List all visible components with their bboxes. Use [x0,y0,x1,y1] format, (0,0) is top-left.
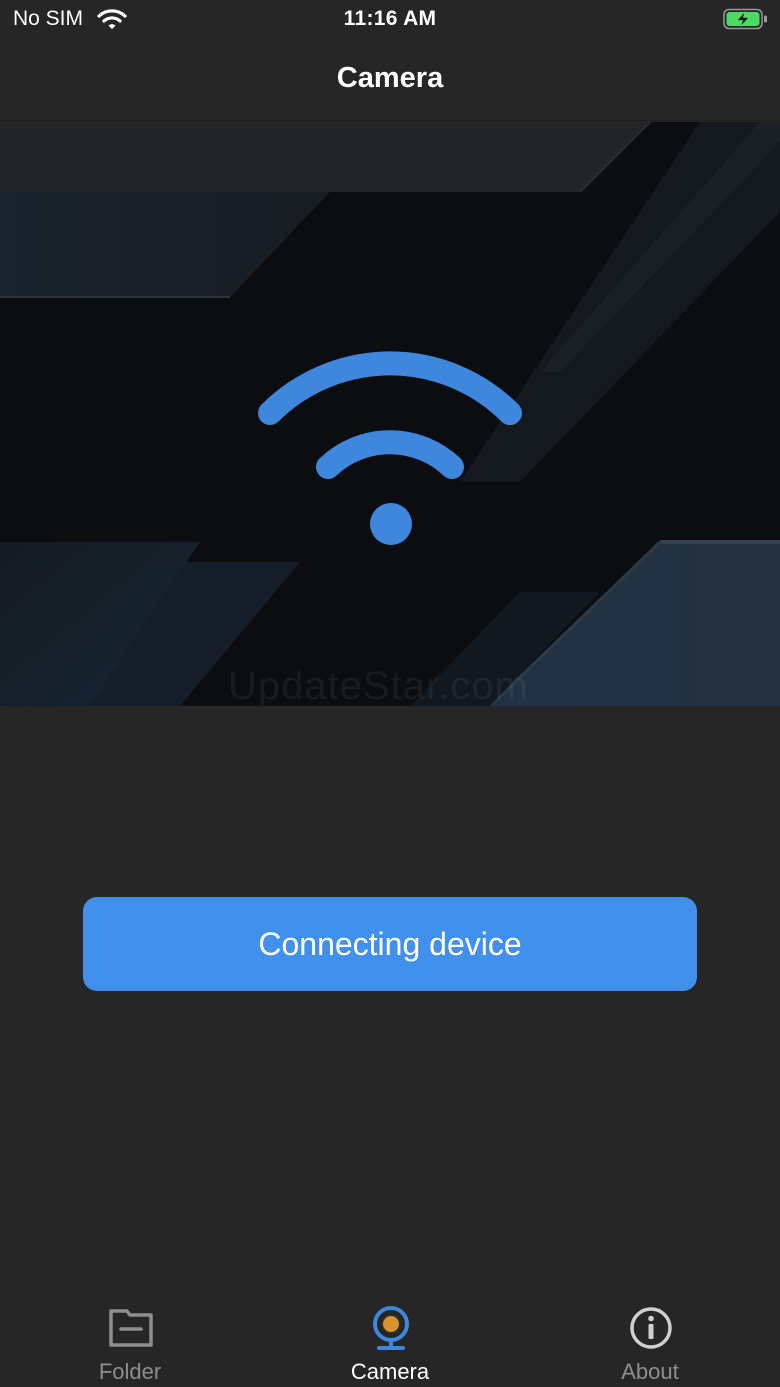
tab-about-label: About [621,1359,679,1384]
wifi-icon [258,351,522,545]
tab-folder-label: Folder [98,1359,162,1384]
connection-banner: UpdateStar.com [0,122,780,706]
connecting-device-button[interactable]: Connecting device [83,897,697,991]
tab-about[interactable]: About [520,1290,780,1387]
tab-folder[interactable]: Folder [0,1290,260,1387]
tab-bar: Folder Camera About [0,1290,780,1387]
page-title: Camera [336,62,444,94]
folder-icon [109,1309,153,1347]
navigation-bar: Camera [0,42,780,121]
info-icon [630,1307,672,1349]
status-bar: No SIM 11:16 AM [0,0,780,42]
tab-camera-label: Camera [350,1359,430,1384]
camera-icon [373,1306,409,1350]
tab-camera[interactable]: Camera [260,1290,520,1387]
status-time: 11:16 AM [343,7,437,30]
battery-icon [723,8,767,30]
screen: No SIM 11:16 AM Camera UpdateStar.com Co… [0,0,780,1387]
watermark-text: UpdateStar.com [228,664,529,706]
